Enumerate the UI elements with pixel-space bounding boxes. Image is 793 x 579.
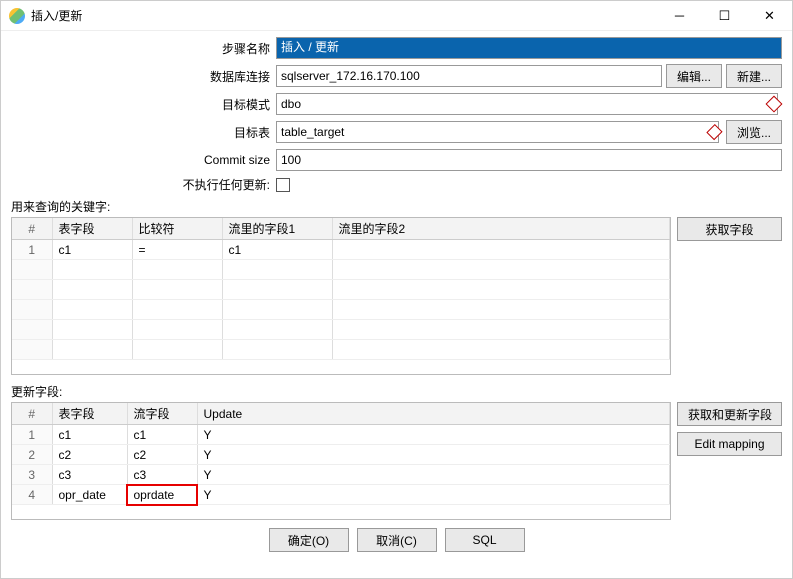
table-label: 目标表 — [11, 124, 276, 141]
updates-col-stream-field: 流字段 — [127, 403, 197, 425]
cell-stream1[interactable] — [222, 300, 332, 320]
updates-section-label: 更新字段: — [11, 383, 782, 400]
keys-grid[interactable]: # 表字段 比较符 流里的字段1 流里的字段2 1c1=c1 — [11, 217, 671, 375]
button-bar: 确定(O) 取消(C) SQL — [11, 520, 782, 562]
table-row[interactable]: 3c3c3Y — [12, 465, 670, 485]
table-row[interactable]: 1c1=c1 — [12, 240, 670, 260]
table-row[interactable] — [12, 300, 670, 320]
table-row[interactable] — [12, 340, 670, 360]
row-num — [12, 340, 52, 360]
table-input[interactable] — [276, 121, 719, 143]
cell-stream2[interactable] — [332, 260, 670, 280]
get-fields-button[interactable]: 获取字段 — [677, 217, 782, 241]
cell-update[interactable]: Y — [197, 465, 670, 485]
no-update-label: 不执行任何更新: — [11, 176, 276, 193]
cell-table-field[interactable] — [52, 300, 132, 320]
cell-update[interactable]: Y — [197, 445, 670, 465]
updates-col-table-field: 表字段 — [52, 403, 127, 425]
updates-col-num: # — [12, 403, 52, 425]
keys-col-table-field: 表字段 — [52, 218, 132, 240]
cell-stream-field[interactable]: c2 — [127, 445, 197, 465]
cell-table-field[interactable] — [52, 320, 132, 340]
cancel-button[interactable]: 取消(C) — [357, 528, 437, 552]
cell-stream1[interactable] — [222, 260, 332, 280]
cell-stream1[interactable] — [222, 340, 332, 360]
cell-stream-field[interactable]: c1 — [127, 425, 197, 445]
cell-comparator[interactable] — [132, 320, 222, 340]
cell-comparator[interactable] — [132, 260, 222, 280]
updates-grid[interactable]: # 表字段 流字段 Update 1c1c1Y2c2c2Y3c3c3Y4opr_… — [11, 402, 671, 520]
ok-button[interactable]: 确定(O) — [269, 528, 349, 552]
table-row[interactable]: 4opr_dateoprdateY — [12, 485, 670, 505]
cell-table-field[interactable] — [52, 260, 132, 280]
row-num: 1 — [12, 425, 52, 445]
cell-comparator[interactable] — [132, 280, 222, 300]
new-connection-button[interactable]: 新建... — [726, 64, 782, 88]
cell-comparator[interactable] — [132, 340, 222, 360]
edit-connection-button[interactable]: 编辑... — [666, 64, 722, 88]
titlebar: 插入/更新 ─ ☐ ✕ — [1, 1, 792, 31]
cell-stream1[interactable]: c1 — [222, 240, 332, 260]
commit-size-label: Commit size — [11, 153, 276, 167]
cell-comparator[interactable]: = — [132, 240, 222, 260]
step-name-label: 步骤名称 — [11, 40, 276, 57]
cell-table-field[interactable]: c1 — [52, 425, 127, 445]
app-icon — [9, 8, 25, 24]
keys-header-row: # 表字段 比较符 流里的字段1 流里的字段2 — [12, 218, 670, 240]
cell-comparator[interactable] — [132, 300, 222, 320]
cell-stream2[interactable] — [332, 320, 670, 340]
keys-col-comparator: 比较符 — [132, 218, 222, 240]
row-num: 3 — [12, 465, 52, 485]
cell-stream2[interactable] — [332, 340, 670, 360]
edit-mapping-button[interactable]: Edit mapping — [677, 432, 782, 456]
step-name-input[interactable]: 插入 / 更新 — [276, 37, 782, 59]
close-button[interactable]: ✕ — [747, 1, 792, 31]
sql-button[interactable]: SQL — [445, 528, 525, 552]
connection-label: 数据库连接 — [11, 68, 276, 85]
row-num: 2 — [12, 445, 52, 465]
connection-select[interactable] — [276, 65, 662, 87]
row-num — [12, 280, 52, 300]
maximize-button[interactable]: ☐ — [702, 1, 747, 31]
cell-table-field[interactable] — [52, 340, 132, 360]
cell-table-field[interactable] — [52, 280, 132, 300]
table-row[interactable]: 1c1c1Y — [12, 425, 670, 445]
browse-table-button[interactable]: 浏览... — [726, 120, 782, 144]
row-num: 4 — [12, 485, 52, 505]
cell-table-field[interactable]: c3 — [52, 465, 127, 485]
row-num — [12, 300, 52, 320]
cell-table-field[interactable]: c2 — [52, 445, 127, 465]
table-row[interactable]: 2c2c2Y — [12, 445, 670, 465]
cell-update[interactable]: Y — [197, 425, 670, 445]
commit-size-input[interactable] — [276, 149, 782, 171]
cell-stream2[interactable] — [332, 300, 670, 320]
keys-col-stream1: 流里的字段1 — [222, 218, 332, 240]
updates-header-row: # 表字段 流字段 Update — [12, 403, 670, 425]
cell-stream-field[interactable]: oprdate — [127, 485, 197, 505]
cell-stream2[interactable] — [332, 280, 670, 300]
cell-table-field[interactable]: opr_date — [52, 485, 127, 505]
table-row[interactable] — [12, 320, 670, 340]
no-update-checkbox[interactable] — [276, 178, 290, 192]
cell-stream2[interactable] — [332, 240, 670, 260]
cell-stream1[interactable] — [222, 320, 332, 340]
get-update-fields-button[interactable]: 获取和更新字段 — [677, 402, 782, 426]
keys-col-stream2: 流里的字段2 — [332, 218, 670, 240]
row-num: 1 — [12, 240, 52, 260]
cell-stream1[interactable] — [222, 280, 332, 300]
updates-col-update: Update — [197, 403, 670, 425]
row-num — [12, 320, 52, 340]
row-num — [12, 260, 52, 280]
schema-label: 目标模式 — [11, 96, 276, 113]
schema-input[interactable] — [276, 93, 778, 115]
minimize-button[interactable]: ─ — [657, 1, 702, 31]
table-row[interactable] — [12, 280, 670, 300]
cell-stream-field[interactable]: c3 — [127, 465, 197, 485]
keys-col-num: # — [12, 218, 52, 240]
cell-table-field[interactable]: c1 — [52, 240, 132, 260]
window-title: 插入/更新 — [31, 7, 82, 24]
cell-update[interactable]: Y — [197, 485, 670, 505]
table-row[interactable] — [12, 260, 670, 280]
keys-section-label: 用来查询的关键字: — [11, 198, 782, 215]
